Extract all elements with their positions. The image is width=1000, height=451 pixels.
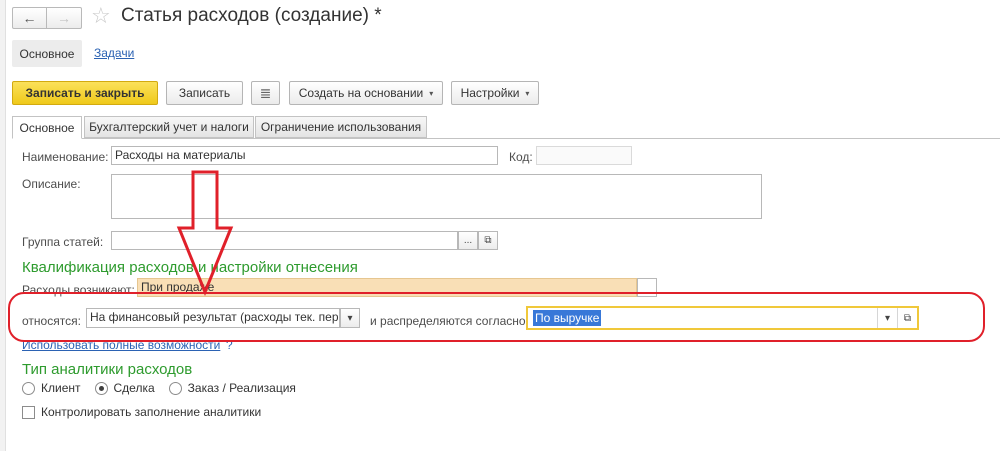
control-analytics-row: Контролировать заполнение аналитики [22,405,261,419]
create-based-on-label: Создать на основании [298,86,424,100]
annotation-down-arrow [176,170,234,296]
forward-button[interactable]: → [47,7,82,29]
favorite-star-icon[interactable]: ☆ [91,3,111,29]
window-title: Статья расходов (создание) * [121,5,382,26]
save-and-close-label: Записать и закрыть [25,86,145,100]
section-tab-main[interactable]: Основное [12,40,82,67]
control-analytics-label: Контролировать заполнение аналитики [41,405,262,419]
settings-label: Настройки [460,86,520,100]
code-input[interactable] [536,146,632,165]
more-dots-icon: ... [463,235,473,246]
radio-deal-label: Сделка [113,381,155,395]
analytics-radio-group: Клиент Сделка Заказ / Реализация [22,381,296,395]
left-edge-panel [0,0,6,451]
code-label: Код: [509,150,533,164]
radio-deal[interactable] [94,381,108,395]
tab-usage-restriction-label: Ограничение использования [260,120,422,134]
report-button[interactable]: ≣ [251,81,280,105]
save-label: Записать [178,86,231,100]
chevron-down-icon: ▾ [429,88,434,98]
chevron-down-icon: ▾ [525,88,530,98]
name-input[interactable]: Расходы на материалы [111,146,498,165]
group-input[interactable] [111,231,458,250]
back-arrow-icon: ← [22,10,37,26]
group-open-button[interactable]: ⧉ [478,231,498,250]
annotation-highlight-oval [8,292,985,342]
tab-main-label: Основное [19,120,75,135]
name-label: Наименование: [22,150,109,164]
back-button[interactable]: ← [12,7,47,29]
section-tab-main-label: Основное [19,46,75,61]
description-label: Описание: [22,177,81,191]
navigation-buttons: ← → [12,7,82,29]
group-label: Группа статей: [22,235,104,249]
save-and-close-button[interactable]: Записать и закрыть [12,81,158,105]
settings-button[interactable]: Настройки ▾ [451,81,539,105]
forward-arrow-icon: → [57,10,71,26]
tab-accounting-taxes[interactable]: Бухгалтерский учет и налоги [84,116,254,138]
radio-order[interactable] [168,381,182,395]
create-based-on-button[interactable]: Создать на основании ▾ [289,81,443,105]
radio-client-label: Клиент [41,381,81,395]
section-tab-tasks[interactable]: Задачи [94,46,134,60]
tab-usage-restriction[interactable]: Ограничение использования [255,116,427,138]
radio-client[interactable] [22,381,35,395]
tab-divider [12,138,1000,139]
radio-order-label: Заказ / Реализация [187,381,296,395]
open-window-icon: ⧉ [484,235,492,246]
analytics-title: Тип аналитики расходов [22,361,193,378]
group-select-button[interactable]: ... [458,231,478,250]
tab-main[interactable]: Основное [12,116,82,139]
tab-accounting-taxes-label: Бухгалтерский учет и налоги [89,120,249,134]
control-analytics-checkbox[interactable] [22,405,35,419]
document-list-icon: ≣ [259,84,272,101]
save-button[interactable]: Записать [166,81,243,105]
